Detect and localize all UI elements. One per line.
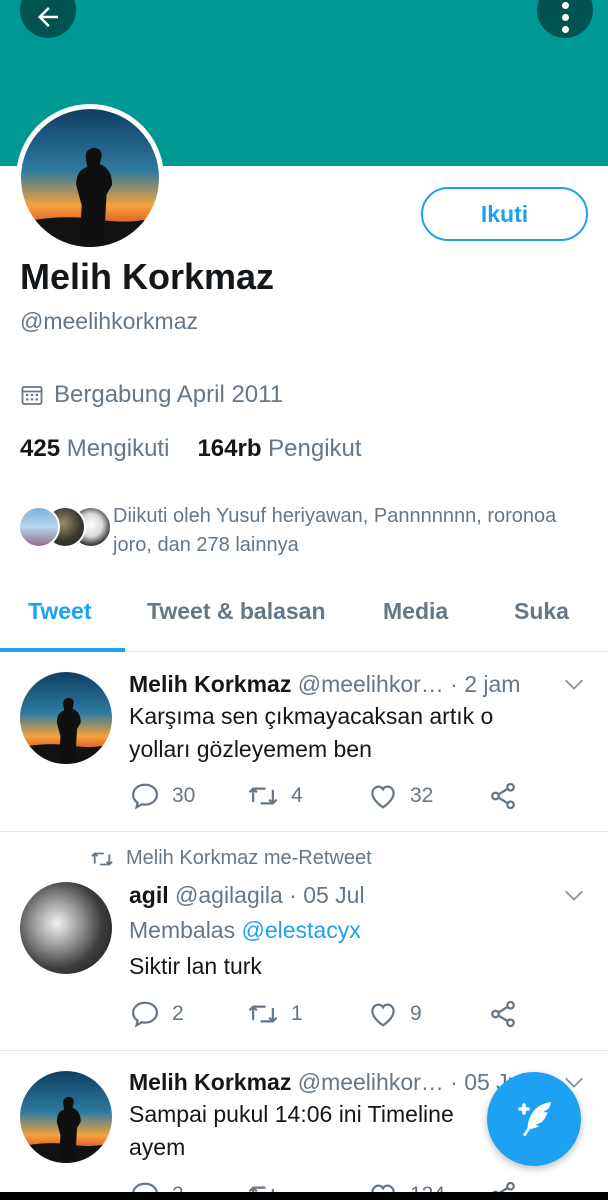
retweet-icon	[91, 852, 113, 865]
tweet-author-name: Melih Korkmaz	[129, 1069, 292, 1095]
follow-stats: 425 Mengikuti 164rb Pengikut	[20, 435, 362, 463]
like-button[interactable]: 9	[368, 999, 422, 1029]
reply-icon	[131, 1001, 159, 1028]
avatar[interactable]	[20, 882, 112, 974]
profile-tabs: Tweet Tweet & balasan Media Suka	[0, 588, 608, 652]
tweet-header: Melih Korkmaz @meelihkor… · 05 Jul	[129, 1069, 526, 1096]
retweeted-by-text: Melih Korkmaz me-Retweet	[126, 847, 372, 869]
avatar[interactable]	[20, 672, 112, 764]
tweet-meta: @agilagila · 05 Jul	[175, 882, 365, 908]
active-tab-indicator	[0, 648, 125, 652]
like-count: 32	[410, 784, 434, 807]
like-count: 9	[410, 1002, 422, 1025]
compose-tweet-button[interactable]	[487, 1072, 581, 1166]
back-arrow-icon	[38, 7, 58, 27]
like-button[interactable]: 32	[368, 781, 433, 811]
retweet-count: 1	[291, 1002, 303, 1025]
tweet-text: Siktir lan turk	[129, 953, 262, 979]
tweet-text: Karşıma sen çıkmayacaksan artık o yollar…	[129, 703, 494, 762]
tweet-author-name: agil	[129, 882, 169, 908]
tweet[interactable]: Melih Korkmaz @meelihkor… · 2 jam Karşım…	[0, 653, 608, 832]
retweet-indicator: Melih Korkmaz me-Retweet	[90, 847, 372, 870]
follow-button[interactable]: Ikuti	[421, 187, 588, 241]
reply-count: 2	[172, 1002, 184, 1025]
following-stat[interactable]: 425 Mengikuti	[20, 435, 169, 463]
followed-by[interactable]: Diikuti oleh Yusuf heriyawan, Pannnnnnn,…	[18, 502, 598, 560]
reply-button[interactable]: 2	[130, 999, 184, 1029]
retweet-count: 4	[291, 784, 303, 807]
avatar[interactable]	[20, 1071, 112, 1163]
share-icon	[491, 782, 515, 810]
tweet-header: Melih Korkmaz @meelihkor… · 2 jam	[129, 671, 520, 698]
tweet-meta: @meelihkor… · 05 Jul	[297, 1069, 526, 1095]
tweet[interactable]: Melih Korkmaz me-Retweet agil @agilagila…	[0, 833, 608, 1051]
tweet-text: Sampai pukul 14:06 ini Timeline ayem	[129, 1101, 454, 1160]
tweet-actions: 2 1 9	[130, 999, 530, 1033]
reply-prefix: Membalas	[129, 917, 236, 943]
retweet-button[interactable]: 1	[247, 999, 303, 1029]
reply-icon	[131, 783, 159, 810]
like-icon	[371, 1003, 395, 1027]
followers-stat[interactable]: 164rb Pengikut	[197, 435, 361, 463]
profile-name: Melih Korkmaz	[20, 256, 275, 297]
followed-by-text: Diikuti oleh Yusuf heriyawan, Pannnnnnn,…	[113, 505, 557, 556]
join-date-text: Bergabung April 2011	[54, 381, 284, 408]
retweet-icon	[248, 1005, 278, 1023]
reply-button[interactable]: 30	[130, 781, 195, 811]
profile-avatar[interactable]	[16, 104, 164, 252]
like-icon	[371, 785, 395, 809]
tab-likes[interactable]: Suka	[514, 598, 569, 625]
tweet-actions: 30 4 32	[130, 781, 530, 815]
more-vertical-icon	[561, 1, 569, 33]
compose-tweet-icon	[518, 1102, 551, 1137]
retweet-button[interactable]: 4	[247, 781, 303, 811]
system-navigation-bar	[0, 1192, 608, 1200]
chevron-down-icon[interactable]	[563, 673, 585, 695]
reply-to-link[interactable]: @elestacyx	[242, 917, 361, 943]
profile-handle: @meelihkorkmaz	[20, 308, 199, 334]
chevron-down-icon[interactable]	[563, 884, 585, 906]
reply-count: 30	[172, 784, 196, 807]
retweet-icon	[248, 787, 278, 805]
tab-tweet[interactable]: Tweet	[28, 598, 91, 625]
join-date: Bergabung April 2011	[20, 381, 283, 409]
tweet-author-name: Melih Korkmaz	[129, 671, 292, 697]
calendar-icon	[21, 386, 43, 405]
share-button[interactable]	[488, 781, 518, 811]
reply-context: Membalas @elestacyx	[129, 917, 361, 944]
follower-avatars	[18, 502, 112, 548]
share-icon	[491, 1000, 515, 1028]
tab-media[interactable]: Media	[383, 598, 448, 625]
tweet-header: agil @agilagila · 05 Jul	[129, 882, 365, 909]
tweet-meta: @meelihkor… · 2 jam	[297, 671, 521, 697]
avatar	[18, 506, 60, 548]
share-button[interactable]	[488, 999, 518, 1029]
tab-tweet-replies[interactable]: Tweet & balasan	[147, 598, 326, 625]
